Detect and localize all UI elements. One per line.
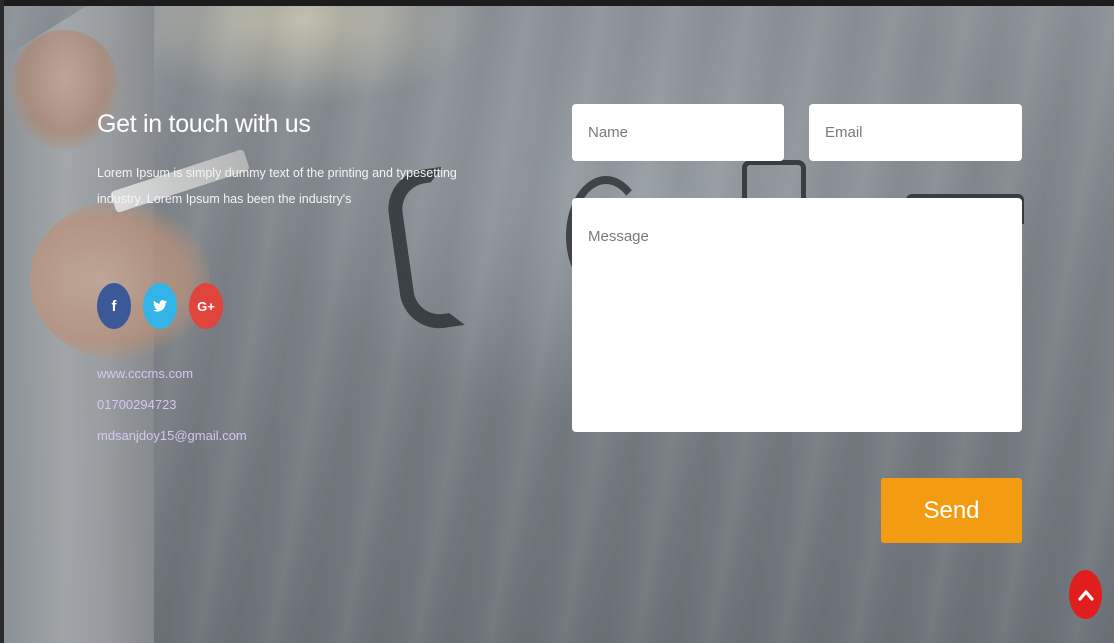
- twitter-bird-glyph: [153, 300, 167, 312]
- facebook-icon[interactable]: f: [97, 283, 131, 329]
- email-link[interactable]: mdsanjdoy15@gmail.com: [97, 420, 247, 451]
- email-input[interactable]: [809, 104, 1022, 161]
- social-links: f G+: [97, 283, 223, 329]
- top-border: [0, 0, 1114, 6]
- chevron-up-icon: [1077, 589, 1094, 601]
- google-plus-icon[interactable]: G+: [189, 283, 223, 329]
- scroll-to-top-button[interactable]: [1069, 570, 1102, 619]
- contact-description: Lorem Ipsum is simply dummy text of the …: [97, 166, 457, 206]
- contact-heading: Get in touch with us: [97, 110, 311, 138]
- message-textarea[interactable]: [572, 198, 1022, 432]
- twitter-icon[interactable]: [143, 283, 177, 329]
- person-hand-image: [30, 200, 210, 360]
- phone-link[interactable]: 01700294723: [97, 389, 247, 420]
- website-link[interactable]: www.cccms.com: [97, 358, 247, 389]
- contact-info: www.cccms.com 01700294723 mdsanjdoy15@gm…: [97, 358, 247, 451]
- send-button[interactable]: Send: [881, 478, 1022, 543]
- facebook-glyph: f: [111, 297, 117, 315]
- background-mobile-icon: [742, 160, 806, 200]
- name-input[interactable]: [572, 104, 784, 161]
- google-plus-glyph: G+: [197, 298, 215, 314]
- left-border: [0, 0, 4, 643]
